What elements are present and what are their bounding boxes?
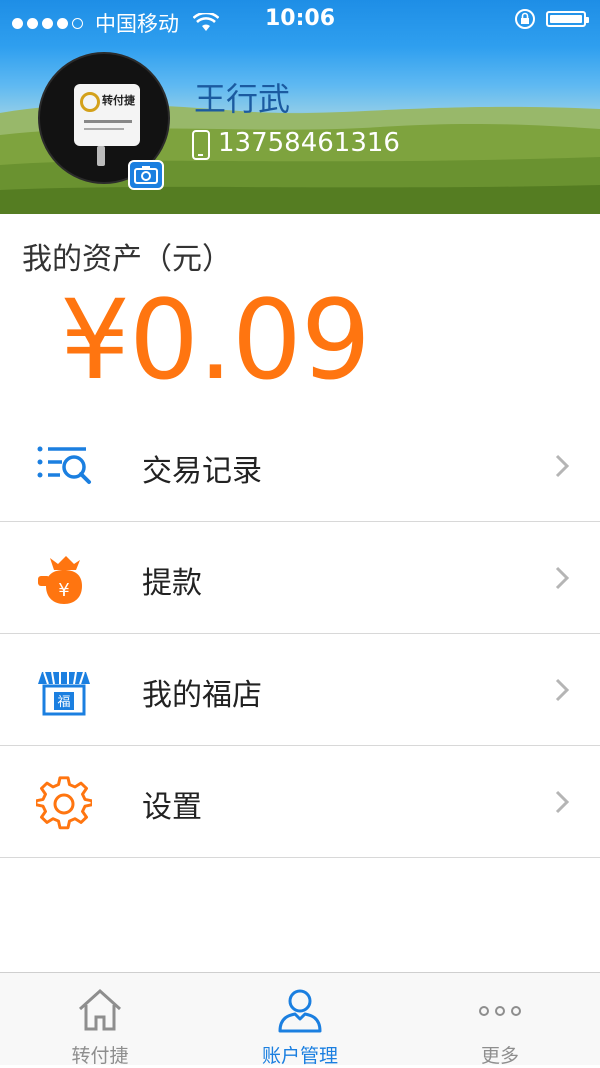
account-menu: 交易记录 ¥ 提款 福 我的福店 设置	[0, 410, 600, 858]
tab-more[interactable]: 更多	[400, 973, 600, 1067]
menu-item-withdraw[interactable]: ¥ 提款	[0, 522, 600, 634]
chevron-right-icon	[555, 678, 570, 702]
menu-item-label: 交易记录	[142, 454, 262, 489]
avatar-brand-text: 转付捷	[102, 94, 135, 107]
status-bar: 中国移动 10:06	[0, 0, 600, 40]
rotation-lock-icon	[515, 9, 535, 29]
profile-header: 中国移动 10:06 转付捷 王行武 13758461316	[0, 0, 600, 214]
tab-home[interactable]: 转付捷	[0, 973, 200, 1067]
svg-text:¥: ¥	[58, 580, 69, 601]
more-icon	[479, 1006, 521, 1016]
assets-label: 我的资产（元）	[22, 242, 232, 277]
chevron-right-icon	[555, 790, 570, 814]
tab-account[interactable]: 账户管理	[200, 973, 400, 1067]
assets-amount: ¥0.09	[60, 276, 371, 404]
phone-icon	[192, 130, 210, 160]
gear-icon	[36, 776, 92, 830]
money-bag-icon: ¥	[38, 556, 82, 604]
status-time: 10:06	[264, 6, 336, 31]
menu-item-transactions[interactable]: 交易记录	[0, 410, 600, 522]
store-icon: 福	[38, 671, 90, 716]
tab-label: 账户管理	[261, 1045, 338, 1067]
tab-label: 更多	[480, 1045, 519, 1067]
menu-item-label: 提款	[142, 566, 202, 601]
battery-icon	[546, 11, 589, 27]
menu-item-label: 我的福店	[142, 678, 262, 713]
user-name: 王行武	[194, 80, 291, 118]
menu-item-label: 设置	[142, 790, 202, 825]
transaction-search-icon	[37, 446, 91, 484]
user-icon	[278, 989, 322, 1033]
tab-label: 转付捷	[71, 1045, 129, 1067]
tab-bar: 转付捷 账户管理 更多	[0, 972, 600, 1067]
card-reader-image: 转付捷	[74, 84, 140, 146]
camera-icon[interactable]	[128, 160, 164, 190]
chevron-right-icon	[555, 566, 570, 590]
svg-text:福: 福	[57, 695, 70, 710]
chevron-right-icon	[555, 454, 570, 478]
menu-item-my-store[interactable]: 福 我的福店	[0, 634, 600, 746]
menu-item-settings[interactable]: 设置	[0, 746, 600, 858]
phone-number: 13758461316	[218, 128, 400, 158]
home-icon	[78, 988, 122, 1031]
